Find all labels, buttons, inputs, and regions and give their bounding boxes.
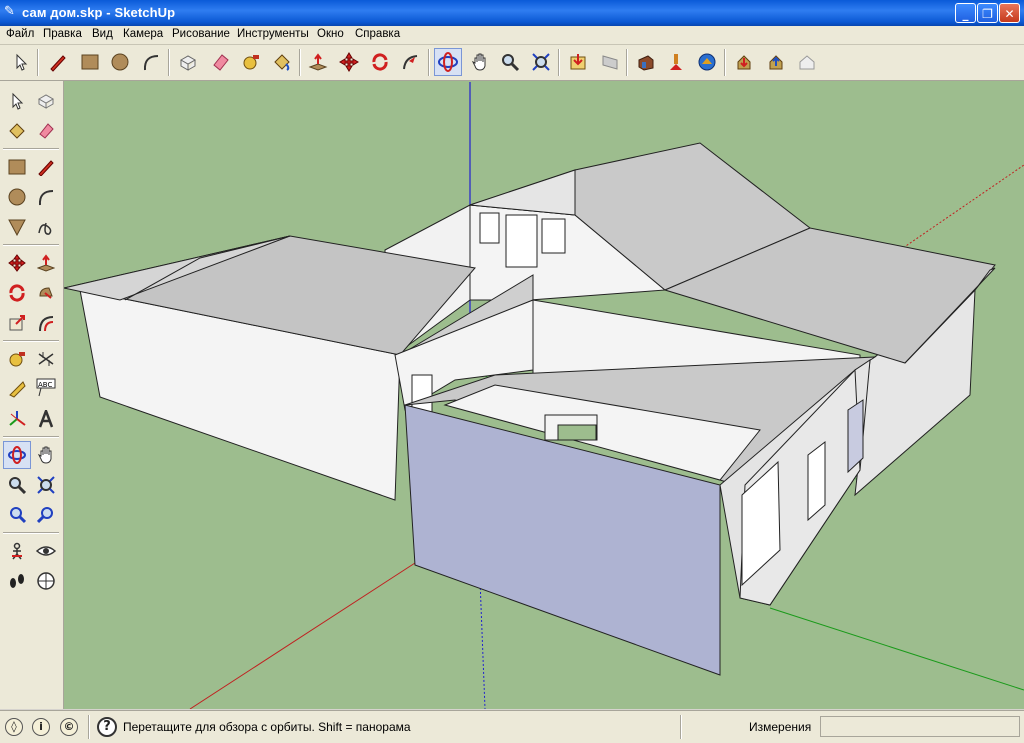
sign-in-icon[interactable]: ©	[60, 718, 78, 736]
orbit-icon[interactable]	[434, 48, 462, 76]
dimension-icon[interactable]	[32, 345, 60, 373]
pencil-icon[interactable]	[44, 48, 72, 76]
model-viewport[interactable]	[64, 81, 1024, 709]
export-icon[interactable]	[762, 48, 790, 76]
window-title: сам дом.skp - SketchUp	[22, 5, 176, 20]
select-icon[interactable]	[6, 48, 34, 76]
follow-me-icon[interactable]	[32, 279, 60, 307]
paint-bucket-icon[interactable]	[268, 48, 296, 76]
get-current-view-icon[interactable]	[693, 48, 721, 76]
zoom-window-icon[interactable]	[32, 471, 60, 499]
position-camera-icon[interactable]	[3, 537, 31, 565]
maximize-button[interactable]: ❐	[977, 3, 998, 23]
circle-icon[interactable]	[3, 183, 31, 211]
eraser-icon[interactable]	[206, 48, 234, 76]
section-plane-icon[interactable]	[32, 567, 60, 595]
scale-icon[interactable]	[3, 309, 31, 337]
zoom-extents-icon[interactable]	[32, 501, 60, 529]
sketchup-app-icon: ✎	[4, 4, 15, 19]
share-component-icon[interactable]	[793, 48, 821, 76]
get-models-icon[interactable]	[564, 48, 592, 76]
left-toolbar: ABC	[0, 81, 64, 709]
menu-edit[interactable]: Правка	[43, 28, 82, 40]
place-model-icon[interactable]	[662, 48, 690, 76]
components-3d-icon[interactable]	[632, 48, 660, 76]
3d-text-icon[interactable]	[32, 405, 60, 433]
offset-icon[interactable]	[32, 309, 60, 337]
measurements-label: Измерения	[749, 720, 812, 734]
menu-draw[interactable]: Рисование	[172, 28, 230, 40]
zoom-icon[interactable]	[3, 471, 31, 499]
menu-help[interactable]: Справка	[355, 28, 400, 40]
menu-window[interactable]: Окно	[317, 28, 344, 40]
arc-icon[interactable]	[137, 48, 165, 76]
rotate-icon[interactable]	[366, 48, 394, 76]
measurements-input[interactable]	[820, 716, 1020, 737]
model-scene	[64, 81, 1024, 709]
text-icon[interactable]: ABC	[32, 375, 60, 403]
make-component-icon[interactable]	[32, 87, 60, 115]
pan-icon[interactable]	[32, 441, 60, 469]
credits-icon[interactable]: i	[32, 718, 50, 736]
status-bar: ◊ i © ? Перетащите для обзора с орбиты. …	[0, 710, 1024, 743]
help-icon[interactable]: ?	[97, 717, 117, 737]
previous-view-icon[interactable]	[3, 501, 31, 529]
move-icon[interactable]	[3, 249, 31, 277]
eraser-icon[interactable]	[32, 117, 60, 145]
look-around-icon[interactable]	[32, 537, 60, 565]
menu-file[interactable]: Файл	[6, 28, 34, 40]
menu-bar: Файл Правка Вид Камера Рисование Инструм…	[0, 26, 1024, 45]
zoom-extents-icon[interactable]	[527, 48, 555, 76]
push-pull-icon[interactable]	[304, 48, 332, 76]
zoom-icon[interactable]	[496, 48, 524, 76]
rectangle-icon[interactable]	[76, 48, 104, 76]
menu-camera[interactable]: Камера	[123, 28, 163, 40]
make-component-icon[interactable]	[174, 48, 202, 76]
paint-bucket-icon[interactable]	[3, 117, 31, 145]
follow-me-icon[interactable]	[397, 48, 425, 76]
share-model-icon[interactable]	[596, 48, 624, 76]
main-toolbar	[0, 45, 1024, 81]
tape-measure-icon[interactable]	[237, 48, 265, 76]
freehand-icon[interactable]	[32, 213, 60, 241]
rectangle-icon[interactable]	[3, 153, 31, 181]
walk-icon[interactable]	[3, 567, 31, 595]
circle-icon[interactable]	[106, 48, 134, 76]
pan-icon[interactable]	[466, 48, 494, 76]
axes-icon[interactable]	[3, 405, 31, 433]
title-bar: ✎ сам дом.skp - SketchUp _ ❐ ✕	[0, 0, 1024, 26]
select-icon[interactable]	[3, 87, 31, 115]
protractor-icon[interactable]	[3, 375, 31, 403]
menu-view[interactable]: Вид	[92, 28, 113, 40]
status-hint: Перетащите для обзора с орбиты. Shift = …	[123, 720, 411, 734]
geo-location-icon[interactable]: ◊	[5, 718, 23, 736]
arc-icon[interactable]	[32, 183, 60, 211]
tape-measure-icon[interactable]	[3, 345, 31, 373]
close-button[interactable]: ✕	[999, 3, 1020, 23]
line-icon[interactable]	[32, 153, 60, 181]
import-icon[interactable]	[730, 48, 758, 76]
minimize-button[interactable]: _	[955, 3, 976, 23]
rotate-icon[interactable]	[3, 279, 31, 307]
push-pull-icon[interactable]	[32, 249, 60, 277]
move-icon[interactable]	[335, 48, 363, 76]
polygon-icon[interactable]	[3, 213, 31, 241]
menu-tools[interactable]: Инструменты	[237, 28, 309, 40]
orbit-icon[interactable]	[3, 441, 31, 469]
text-tool-label: ABC	[38, 381, 52, 389]
